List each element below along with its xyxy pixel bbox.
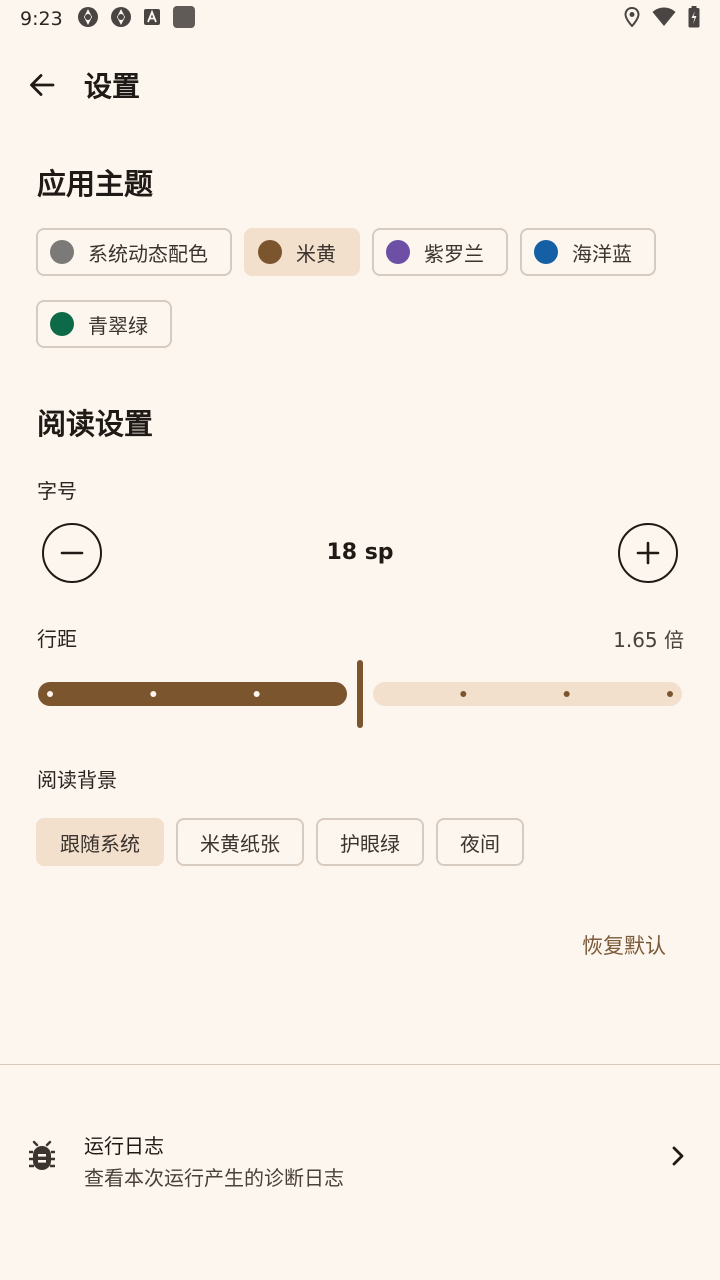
font-size-label: 字号 [37, 479, 77, 503]
reset-defaults-button[interactable]: 恢复默认 [582, 930, 666, 960]
slider-tick [253, 691, 260, 697]
slider-thumb[interactable] [357, 660, 363, 728]
line-spacing-label: 行距 [37, 627, 77, 651]
slider-tick [150, 691, 157, 697]
decrease-font-button[interactable] [42, 523, 102, 583]
run-log-subtitle: 查看本次运行产生的诊断日志 [84, 1166, 344, 1190]
slider-tick [563, 691, 570, 697]
theme-chip-row-2: 青翠绿 [36, 300, 172, 348]
background-chip-eye-care-green[interactable]: 护眼绿 [316, 818, 424, 866]
chip-label: 米黄纸张 [200, 831, 280, 856]
background-chip-paper[interactable]: 米黄纸张 [176, 818, 304, 866]
background-chip-follow-system[interactable]: 跟随系统 [36, 818, 164, 866]
color-dot [386, 240, 410, 264]
app-bar: 设置 [0, 56, 720, 114]
color-dot [50, 240, 74, 264]
theme-chip-violet[interactable]: 紫罗兰 [372, 228, 508, 276]
run-log-row[interactable]: 运行日志 查看本次运行产生的诊断日志 [0, 1110, 720, 1206]
status-time: 9:23 [20, 8, 63, 30]
status-right-icons [624, 6, 700, 32]
slider-tick [47, 691, 53, 697]
status-bar: 9:23 [0, 0, 720, 38]
line-spacing-slider[interactable] [38, 660, 682, 728]
slider-tick [460, 691, 467, 697]
status-left-icons [77, 5, 196, 33]
chevron-right-icon [672, 1146, 684, 1166]
bug-icon [29, 1140, 55, 1170]
chip-label: 夜间 [460, 831, 500, 856]
chip-label: 系统动态配色 [88, 241, 208, 266]
battery-icon [688, 6, 700, 32]
background-chip-row: 跟随系统 米黄纸张 护眼绿 夜间 [36, 818, 524, 866]
minus-icon [60, 551, 84, 555]
plus-icon [636, 541, 660, 565]
color-dot [258, 240, 282, 264]
chip-label: 米黄 [296, 241, 336, 266]
reading-background-label: 阅读背景 [37, 768, 117, 792]
line-spacing-value: 1.65 倍 [613, 628, 684, 652]
chip-label: 青翠绿 [88, 313, 148, 338]
slider-inactive-track [373, 682, 682, 706]
square-icon [172, 5, 196, 33]
reading-section-title: 阅读设置 [37, 407, 154, 441]
divider [0, 1064, 720, 1065]
back-button[interactable] [14, 57, 70, 113]
background-chip-night[interactable]: 夜间 [436, 818, 524, 866]
chip-label: 护眼绿 [340, 831, 400, 856]
theme-chip-beige[interactable]: 米黄 [244, 228, 360, 276]
increase-font-button[interactable] [618, 523, 678, 583]
wifi-icon [652, 7, 676, 31]
aperture-icon [77, 6, 99, 32]
theme-chip-green[interactable]: 青翠绿 [36, 300, 172, 348]
theme-chip-ocean-blue[interactable]: 海洋蓝 [520, 228, 656, 276]
text-a-icon [143, 8, 161, 30]
theme-chip-dynamic[interactable]: 系统动态配色 [36, 228, 232, 276]
aperture-icon [110, 6, 132, 32]
page-title: 设置 [84, 70, 141, 103]
location-icon [624, 6, 640, 31]
theme-chip-row: 系统动态配色 米黄 紫罗兰 海洋蓝 [36, 228, 656, 276]
theme-section-title: 应用主题 [37, 167, 154, 201]
slider-active-track [38, 682, 347, 706]
slider-tick [667, 691, 673, 697]
chip-label: 海洋蓝 [572, 241, 632, 266]
arrow-back-icon [30, 74, 55, 96]
color-dot [50, 312, 74, 336]
run-log-title: 运行日志 [84, 1134, 164, 1158]
color-dot [534, 240, 558, 264]
chip-label: 紫罗兰 [424, 241, 484, 266]
chip-label: 跟随系统 [60, 831, 140, 856]
font-size-value: 18 sp [326, 540, 394, 565]
